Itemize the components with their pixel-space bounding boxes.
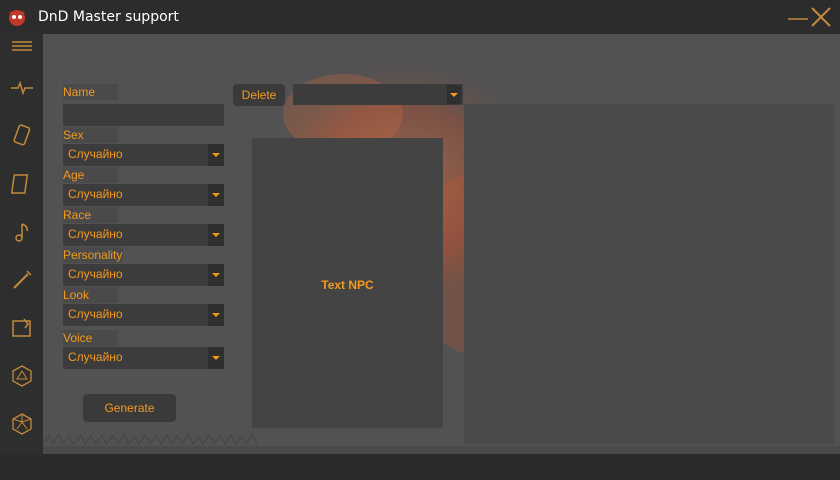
npc-details-panel xyxy=(464,104,834,444)
d20-icon[interactable] xyxy=(8,362,36,390)
d12-icon[interactable] xyxy=(8,410,36,438)
delete-button[interactable]: Delete xyxy=(233,84,285,106)
chevron-down-icon[interactable] xyxy=(208,224,224,246)
sex-select[interactable]: Случайно xyxy=(63,144,224,166)
voice-select-value: Случайно xyxy=(68,350,123,364)
chevron-down-icon[interactable] xyxy=(208,264,224,286)
main-content: Name Sex Случайно Age Случайно Race Случ… xyxy=(43,34,840,454)
look-label: Look xyxy=(63,287,118,303)
personality-select-value: Случайно xyxy=(68,267,123,281)
chevron-down-icon[interactable] xyxy=(208,304,224,326)
sidebar xyxy=(0,34,43,454)
generate-button[interactable]: Generate xyxy=(83,394,176,422)
personality-label: Personality xyxy=(63,247,123,263)
name-label: Name xyxy=(63,84,118,100)
window-title: DnD Master support xyxy=(38,9,179,25)
look-select-value: Случайно xyxy=(68,307,123,321)
minimize-icon[interactable] xyxy=(788,15,808,23)
chevron-down-icon[interactable] xyxy=(208,144,224,166)
chevron-down-icon[interactable] xyxy=(208,347,224,369)
npc-text-panel: Text NPC xyxy=(252,138,443,428)
npc-text: Text NPC xyxy=(321,278,374,292)
race-select-value: Случайно xyxy=(68,227,123,241)
age-select-value: Случайно xyxy=(68,187,123,201)
wand-icon[interactable] xyxy=(8,266,36,294)
voice-select[interactable]: Случайно xyxy=(63,347,224,369)
name-input[interactable] xyxy=(63,104,224,126)
look-select[interactable]: Случайно xyxy=(63,304,224,326)
race-select[interactable]: Случайно xyxy=(63,224,224,246)
bottom-bar xyxy=(0,454,840,480)
personality-select[interactable]: Случайно xyxy=(63,264,224,286)
age-select[interactable]: Случайно xyxy=(63,184,224,206)
menu-icon[interactable] xyxy=(8,34,36,62)
app-logo-icon xyxy=(9,10,25,26)
pulse-icon[interactable] xyxy=(8,74,36,102)
npc-select[interactable] xyxy=(293,84,463,105)
sex-select-value: Случайно xyxy=(68,147,123,161)
sex-label: Sex xyxy=(63,127,118,143)
close-icon[interactable] xyxy=(810,6,832,28)
voice-label: Voice xyxy=(63,330,118,346)
map-icon[interactable] xyxy=(8,314,36,342)
scroll-icon[interactable] xyxy=(8,170,36,198)
title-bar: DnD Master support xyxy=(0,0,840,34)
card-icon[interactable] xyxy=(8,122,36,150)
chevron-down-icon[interactable] xyxy=(447,85,461,104)
age-label: Age xyxy=(63,167,118,183)
music-note-icon[interactable] xyxy=(8,218,36,246)
race-label: Race xyxy=(63,207,118,223)
chevron-down-icon[interactable] xyxy=(208,184,224,206)
